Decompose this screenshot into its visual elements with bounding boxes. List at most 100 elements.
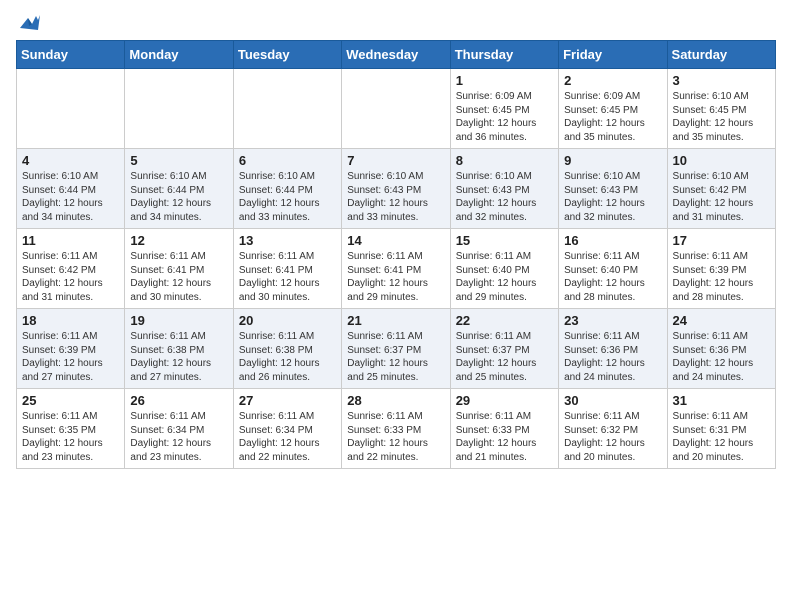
cell-info: Sunrise: 6:10 AM Sunset: 6:44 PM Dayligh… — [239, 170, 336, 224]
calendar-week-row: 18 Sunrise: 6:11 AM Sunset: 6:39 PM Dayli… — [17, 309, 776, 389]
calendar-cell — [17, 69, 125, 149]
day-number: 23 — [564, 313, 661, 328]
calendar-cell: 19 Sunrise: 6:11 AM Sunset: 6:38 PM Dayli… — [125, 309, 233, 389]
day-header-wednesday: Wednesday — [342, 41, 450, 69]
calendar-cell: 13 Sunrise: 6:11 AM Sunset: 6:41 PM Dayli… — [233, 229, 341, 309]
day-number: 21 — [347, 313, 444, 328]
cell-info: Sunrise: 6:10 AM Sunset: 6:44 PM Dayligh… — [22, 170, 119, 224]
cell-info: Sunrise: 6:09 AM Sunset: 6:45 PM Dayligh… — [564, 90, 661, 144]
calendar-cell: 29Sunrise: 6:11 AM Sunset: 6:33 PM Dayli… — [450, 389, 558, 469]
calendar-cell: 27 Sunrise: 6:11 AM Sunset: 6:34 PM Dayli… — [233, 389, 341, 469]
cell-info: Sunrise: 6:09 AM Sunset: 6:45 PM Dayligh… — [456, 90, 553, 144]
cell-info: Sunrise: 6:11 AM Sunset: 6:31 PM Dayligh… — [673, 410, 770, 464]
calendar-cell: 21 Sunrise: 6:11 AM Sunset: 6:37 PM Dayli… — [342, 309, 450, 389]
day-number: 13 — [239, 233, 336, 248]
calendar-week-row: 11 Sunrise: 6:11 AM Sunset: 6:42 PM Dayli… — [17, 229, 776, 309]
day-number: 24 — [673, 313, 770, 328]
day-number: 27 — [239, 393, 336, 408]
day-header-sunday: Sunday — [17, 41, 125, 69]
logo — [16, 16, 40, 28]
calendar-cell: 10 Sunrise: 6:10 AM Sunset: 6:42 PM Dayli… — [667, 149, 775, 229]
calendar-cell: 26 Sunrise: 6:11 AM Sunset: 6:34 PM Dayli… — [125, 389, 233, 469]
calendar-cell: 2 Sunrise: 6:09 AM Sunset: 6:45 PM Daylig… — [559, 69, 667, 149]
logo-bird-icon — [18, 14, 40, 32]
calendar-cell: 31 Sunrise: 6:11 AM Sunset: 6:31 PM Dayli… — [667, 389, 775, 469]
calendar-week-row: 4 Sunrise: 6:10 AM Sunset: 6:44 PM Daylig… — [17, 149, 776, 229]
cell-info: Sunrise: 6:11 AM Sunset: 6:42 PM Dayligh… — [22, 250, 119, 304]
day-number: 10 — [673, 153, 770, 168]
calendar-week-row: 25Sunrise: 6:11 AM Sunset: 6:35 PM Dayli… — [17, 389, 776, 469]
cell-info: Sunrise: 6:10 AM Sunset: 6:45 PM Dayligh… — [673, 90, 770, 144]
cell-info: Sunrise: 6:11 AM Sunset: 6:41 PM Dayligh… — [130, 250, 227, 304]
calendar-cell: 15 Sunrise: 6:11 AM Sunset: 6:40 PM Dayli… — [450, 229, 558, 309]
cell-info: Sunrise: 6:11 AM Sunset: 6:38 PM Dayligh… — [239, 330, 336, 384]
calendar-cell: 11 Sunrise: 6:11 AM Sunset: 6:42 PM Dayli… — [17, 229, 125, 309]
day-number: 20 — [239, 313, 336, 328]
calendar-cell — [342, 69, 450, 149]
calendar-cell: 24 Sunrise: 6:11 AM Sunset: 6:36 PM Dayli… — [667, 309, 775, 389]
calendar-cell: 7 Sunrise: 6:10 AM Sunset: 6:43 PM Daylig… — [342, 149, 450, 229]
calendar-cell: 17 Sunrise: 6:11 AM Sunset: 6:39 PM Dayli… — [667, 229, 775, 309]
calendar-cell: 1 Sunrise: 6:09 AM Sunset: 6:45 PM Daylig… — [450, 69, 558, 149]
cell-info: Sunrise: 6:11 AM Sunset: 6:34 PM Dayligh… — [239, 410, 336, 464]
calendar-cell: 25Sunrise: 6:11 AM Sunset: 6:35 PM Dayli… — [17, 389, 125, 469]
cell-info: Sunrise: 6:11 AM Sunset: 6:37 PM Dayligh… — [347, 330, 444, 384]
cell-info: Sunrise: 6:11 AM Sunset: 6:40 PM Dayligh… — [564, 250, 661, 304]
cell-info: Sunrise: 6:11 AM Sunset: 6:32 PM Dayligh… — [564, 410, 661, 464]
day-header-tuesday: Tuesday — [233, 41, 341, 69]
calendar-cell: 23 Sunrise: 6:11 AM Sunset: 6:36 PM Dayli… — [559, 309, 667, 389]
cell-info: Sunrise: 6:11 AM Sunset: 6:39 PM Dayligh… — [22, 330, 119, 384]
cell-info: Sunrise: 6:10 AM Sunset: 6:43 PM Dayligh… — [564, 170, 661, 224]
cell-info: Sunrise: 6:11 AM Sunset: 6:39 PM Dayligh… — [673, 250, 770, 304]
page-header — [16, 16, 776, 28]
day-number: 22 — [456, 313, 553, 328]
day-number: 5 — [130, 153, 227, 168]
calendar-header-row: SundayMondayTuesdayWednesdayThursdayFrid… — [17, 41, 776, 69]
calendar-cell — [125, 69, 233, 149]
day-number: 7 — [347, 153, 444, 168]
day-number: 11 — [22, 233, 119, 248]
cell-info: Sunrise: 6:11 AM Sunset: 6:41 PM Dayligh… — [347, 250, 444, 304]
calendar-cell — [233, 69, 341, 149]
cell-info: Sunrise: 6:11 AM Sunset: 6:38 PM Dayligh… — [130, 330, 227, 384]
cell-info: Sunrise: 6:11 AM Sunset: 6:35 PM Dayligh… — [22, 410, 119, 464]
cell-info: Sunrise: 6:11 AM Sunset: 6:40 PM Dayligh… — [456, 250, 553, 304]
day-number: 14 — [347, 233, 444, 248]
day-number: 4 — [22, 153, 119, 168]
cell-info: Sunrise: 6:11 AM Sunset: 6:36 PM Dayligh… — [673, 330, 770, 384]
day-header-thursday: Thursday — [450, 41, 558, 69]
day-number: 31 — [673, 393, 770, 408]
day-number: 18 — [22, 313, 119, 328]
calendar-cell: 16 Sunrise: 6:11 AM Sunset: 6:40 PM Dayli… — [559, 229, 667, 309]
day-number: 1 — [456, 73, 553, 88]
calendar-cell: 20 Sunrise: 6:11 AM Sunset: 6:38 PM Dayli… — [233, 309, 341, 389]
calendar-cell: 30Sunrise: 6:11 AM Sunset: 6:32 PM Dayli… — [559, 389, 667, 469]
cell-info: Sunrise: 6:11 AM Sunset: 6:41 PM Dayligh… — [239, 250, 336, 304]
day-header-monday: Monday — [125, 41, 233, 69]
cell-info: Sunrise: 6:10 AM Sunset: 6:44 PM Dayligh… — [130, 170, 227, 224]
cell-info: Sunrise: 6:11 AM Sunset: 6:36 PM Dayligh… — [564, 330, 661, 384]
calendar-cell: 3Sunrise: 6:10 AM Sunset: 6:45 PM Daylig… — [667, 69, 775, 149]
calendar-cell: 9Sunrise: 6:10 AM Sunset: 6:43 PM Daylig… — [559, 149, 667, 229]
calendar-cell: 4 Sunrise: 6:10 AM Sunset: 6:44 PM Daylig… — [17, 149, 125, 229]
cell-info: Sunrise: 6:11 AM Sunset: 6:33 PM Dayligh… — [456, 410, 553, 464]
calendar-cell: 22 Sunrise: 6:11 AM Sunset: 6:37 PM Dayli… — [450, 309, 558, 389]
day-number: 28 — [347, 393, 444, 408]
day-number: 16 — [564, 233, 661, 248]
day-number: 17 — [673, 233, 770, 248]
calendar-cell: 14 Sunrise: 6:11 AM Sunset: 6:41 PM Dayli… — [342, 229, 450, 309]
cell-info: Sunrise: 6:11 AM Sunset: 6:34 PM Dayligh… — [130, 410, 227, 464]
day-number: 6 — [239, 153, 336, 168]
cell-info: Sunrise: 6:10 AM Sunset: 6:43 PM Dayligh… — [347, 170, 444, 224]
day-number: 2 — [564, 73, 661, 88]
calendar-table: SundayMondayTuesdayWednesdayThursdayFrid… — [16, 40, 776, 469]
cell-info: Sunrise: 6:10 AM Sunset: 6:42 PM Dayligh… — [673, 170, 770, 224]
calendar-cell: 18 Sunrise: 6:11 AM Sunset: 6:39 PM Dayli… — [17, 309, 125, 389]
cell-info: Sunrise: 6:11 AM Sunset: 6:37 PM Dayligh… — [456, 330, 553, 384]
day-number: 15 — [456, 233, 553, 248]
day-number: 8 — [456, 153, 553, 168]
cell-info: Sunrise: 6:10 AM Sunset: 6:43 PM Dayligh… — [456, 170, 553, 224]
day-number: 19 — [130, 313, 227, 328]
day-number: 26 — [130, 393, 227, 408]
calendar-cell: 12Sunrise: 6:11 AM Sunset: 6:41 PM Dayli… — [125, 229, 233, 309]
